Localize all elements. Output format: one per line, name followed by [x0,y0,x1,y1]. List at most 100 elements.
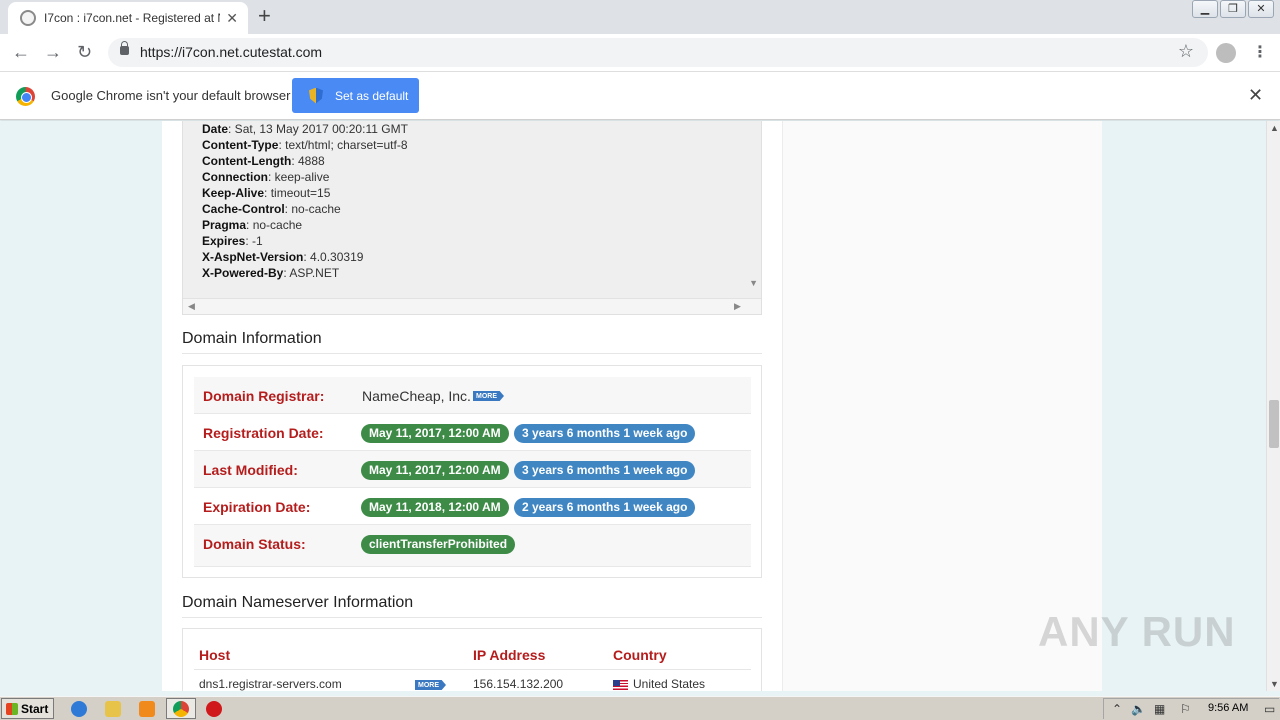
browser-toolbar: ← → ↻ https://i7con.net.cutestat.com ☆ ⋮ [0,34,1280,72]
page-content: Date: Sat, 13 May 2017 00:20:11 GMT Cont… [162,121,1102,691]
network-icon[interactable]: ▦ [1154,702,1165,716]
modified-row: Last Modified: May 11, 2017, 12:00 AM 3 … [194,451,751,488]
address-bar[interactable]: https://i7con.net.cutestat.com ☆ [108,38,1208,67]
header-line: Content-Type: text/html; charset=utf-8 [202,138,408,152]
registration-row: Registration Date: May 11, 2017, 12:00 A… [194,414,751,451]
page-viewport: Date: Sat, 13 May 2017 00:20:11 GMT Cont… [0,121,1266,691]
volume-icon[interactable]: 🔈 [1131,702,1146,716]
registration-date-badge: May 11, 2017, 12:00 AM [361,424,509,443]
screen: I7con : i7con.net - Registered at Na ✕ +… [0,0,1280,720]
divider [182,617,762,618]
set-as-default-label: Set as default [335,88,409,103]
modified-ago-badge: 3 years 6 months 1 week ago [514,461,696,480]
media-player-icon[interactable] [139,701,155,717]
lock-icon[interactable] [120,41,129,55]
expiration-ago-badge: 2 years 6 months 1 week ago [514,498,696,517]
tab-title: I7con : i7con.net - Registered at Na [44,11,220,25]
scrollbar-thumb[interactable] [1269,400,1279,448]
nameserver-title: Domain Nameserver Information [182,594,414,611]
domain-info-title: Domain Information [182,330,322,347]
minimize-button[interactable]: ▁ [1192,0,1218,18]
tray-expand-icon[interactable]: ⌃ [1112,702,1122,716]
divider [182,353,762,354]
folder-icon[interactable] [105,701,121,717]
show-desktop-icon[interactable]: ▭ [1264,702,1275,716]
http-headers-box[interactable]: Date: Sat, 13 May 2017 00:20:11 GMT Cont… [182,121,762,315]
stop-icon[interactable] [206,701,222,717]
registrar-label: Domain Registrar: [203,388,325,404]
registrar-more-button[interactable]: MORE [473,391,504,401]
clock: 9:56 AM [1208,702,1249,714]
forward-icon[interactable]: → [44,42,62,62]
flag-icon[interactable]: ⚐ [1180,702,1191,716]
header-line: Date: Sat, 13 May 2017 00:20:11 GMT [202,122,408,136]
infobar-close-icon[interactable]: ✕ [1248,85,1263,106]
modified-date-badge: May 11, 2017, 12:00 AM [361,461,509,480]
start-button[interactable]: Start [1,698,54,719]
status-row: Domain Status: clientTransferProhibited [194,525,751,567]
scroll-down-arrow-icon[interactable]: ▼ [1270,679,1279,689]
ns-ip: 156.154.132.200 [473,677,564,691]
window-controls: ▁ ❐ ✕ [1190,0,1274,18]
registration-ago-badge: 3 years 6 months 1 week ago [514,424,696,443]
header-line: Connection: keep-alive [202,170,330,184]
new-tab-button[interactable]: + [258,4,271,28]
header-line: X-AspNet-Version: 4.0.30319 [202,250,364,264]
browser-tab[interactable]: I7con : i7con.net - Registered at Na ✕ [8,2,248,34]
header-line: Keep-Alive: timeout=15 [202,186,331,200]
header-line: Cache-Control: no-cache [202,202,341,216]
expiration-date-badge: May 11, 2018, 12:00 AM [361,498,509,517]
ns-more-button[interactable]: MORE [415,680,446,690]
modified-label: Last Modified: [203,462,298,478]
bookmark-star-icon[interactable]: ☆ [1178,41,1194,62]
us-flag-icon [613,680,628,690]
header-line: X-Powered-By: ASP.NET [202,266,340,280]
header-line: Content-Length: 4888 [202,154,325,168]
tab-strip: I7con : i7con.net - Registered at Na ✕ +… [0,0,1280,34]
expiration-row: Expiration Date: May 11, 2018, 12:00 AM … [194,488,751,525]
header-line: Expires: -1 [202,234,263,248]
scroll-up-arrow-icon[interactable]: ▲ [1270,123,1279,133]
chrome-taskbar-button[interactable] [166,698,196,719]
registration-label: Registration Date: [203,425,324,441]
chrome-icon [173,701,189,717]
reload-icon[interactable]: ↻ [77,42,92,62]
status-label: Domain Status: [203,536,306,552]
windows-logo-icon [6,702,18,715]
url-text[interactable]: https://i7con.net.cutestat.com [140,44,322,60]
right-column [782,121,1102,691]
registrar-row: Domain Registrar: NameCheap, Inc. MORE [194,377,751,414]
registrar-value: NameCheap, Inc. [362,388,471,404]
nameserver-card: Host IP Address Country dns1.registrar-s… [182,628,762,691]
header-line: Pragma: no-cache [202,218,303,232]
profile-avatar[interactable] [1216,43,1236,63]
infobar-message: Google Chrome isn't your default browser [51,88,291,103]
status-badge: clientTransferProhibited [361,535,516,554]
windows-taskbar: Start ⌃ 🔈 ▦ ⚐ ▭ 9:56 AM [0,696,1280,720]
ns-host[interactable]: dns1.registrar-servers.com [199,677,342,691]
close-window-button[interactable]: ✕ [1248,0,1274,18]
shield-icon [309,87,323,104]
scroll-right-arrow-icon[interactable]: ▶ [734,301,741,312]
set-as-default-button[interactable]: Set as default [292,78,419,113]
scroll-left-arrow-icon[interactable]: ◀ [188,301,195,312]
divider [194,669,751,670]
ip-column-header: IP Address [473,647,546,663]
country-column-header: Country [613,647,667,663]
domain-info-card: Domain Registrar: NameCheap, Inc. MORE R… [182,365,762,578]
horizontal-scrollbar[interactable]: ◀ ▶ [183,298,761,314]
internet-explorer-icon[interactable] [71,701,87,717]
back-icon[interactable]: ← [12,42,30,62]
start-label: Start [21,701,49,716]
kebab-menu-icon[interactable]: ⋮ [1252,42,1268,62]
page-scrollbar[interactable]: ▲ ▼ [1266,121,1280,691]
maximize-button[interactable]: ❐ [1220,0,1246,18]
globe-icon [20,10,36,26]
expiration-label: Expiration Date: [203,499,311,515]
default-browser-infobar: Google Chrome isn't your default browser… [0,72,1280,120]
chrome-logo-icon [16,87,35,106]
anyrun-watermark: ANY RUN [1038,608,1236,655]
ns-country: United States [633,677,706,691]
tab-close-icon[interactable]: ✕ [226,10,238,26]
scroll-down-arrow-icon[interactable]: ▼ [749,278,758,288]
